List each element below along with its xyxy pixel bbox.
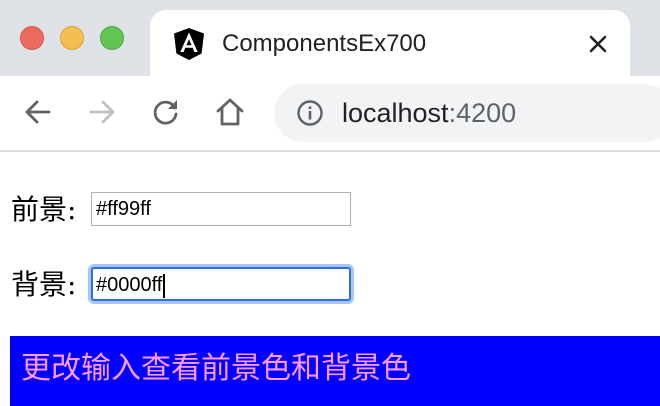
angular-logo-icon [172, 27, 206, 61]
window-minimize-button[interactable] [60, 26, 84, 50]
color-preview-banner: 更改输入查看前景色和背景色 [10, 336, 660, 406]
arrow-right-icon [89, 100, 115, 124]
background-label: 背景: [11, 268, 77, 301]
tab-strip: ComponentsEx700 [0, 0, 660, 76]
foreground-input[interactable]: #ff99ff [91, 192, 351, 226]
browser-toolbar: localhost:4200 [0, 76, 660, 152]
text-caret [163, 273, 166, 298]
foreground-label: 前景: [11, 193, 77, 226]
forward-button[interactable] [84, 94, 120, 130]
back-button[interactable] [20, 94, 56, 130]
window-maximize-button[interactable] [100, 26, 124, 50]
home-button[interactable] [212, 94, 248, 130]
tab-active[interactable]: ComponentsEx700 [150, 10, 630, 76]
info-icon[interactable] [296, 99, 324, 127]
window-close-button[interactable] [20, 26, 44, 50]
tab-close-icon[interactable] [584, 30, 612, 58]
address-bar[interactable]: localhost:4200 [274, 84, 660, 142]
url-text: localhost:4200 [342, 96, 516, 130]
background-input-value: #0000ff [96, 274, 163, 296]
reload-button[interactable] [148, 94, 184, 130]
url-host: localhost [342, 98, 449, 128]
page-content: 前景: #ff99ff 背景: #0000ff 更改输入查看前景色和背景色 [0, 152, 660, 406]
reload-icon [153, 100, 178, 125]
browser-window: ComponentsEx700 localhost:4200 前景: #ff99… [0, 0, 660, 406]
tab-title: ComponentsEx700 [222, 30, 427, 57]
arrow-left-icon [25, 100, 51, 124]
foreground-input-value: #ff99ff [96, 198, 151, 220]
url-port: :4200 [448, 98, 517, 128]
background-input[interactable]: #0000ff [91, 267, 351, 301]
home-icon [216, 98, 244, 126]
